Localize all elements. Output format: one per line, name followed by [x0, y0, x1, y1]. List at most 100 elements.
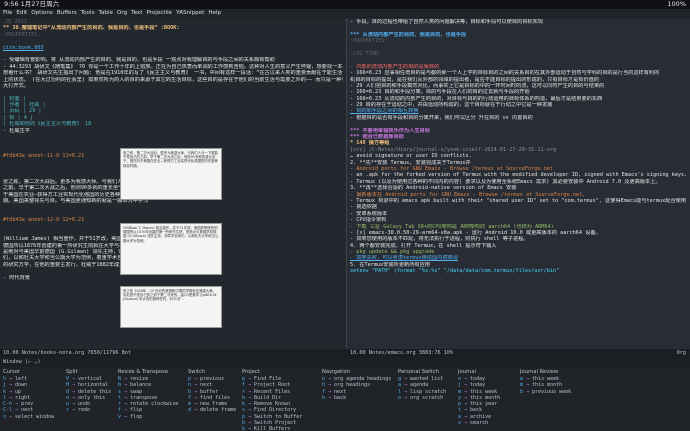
arrow-icon: → [461, 407, 471, 414]
text-line[interactable]: 想看什么书？ 胡研文先生指出了问题: 他是在1910年的写了《民主主义与教育》 … [3, 70, 343, 76]
text-line[interactable]: - an .apk for the forked version of Term… [350, 172, 687, 178]
which-key-header: Navigation [322, 369, 350, 375]
arrow-icon: → [245, 388, 255, 395]
which-key-column: Journal Review w → this week m → this mont… [520, 369, 600, 395]
which-key-description: this week [470, 388, 498, 395]
arrow-icon: → [461, 401, 471, 408]
arrow-icon: → [191, 401, 201, 408]
arrow-icon: → [461, 382, 471, 389]
arrow-icon: → [325, 382, 335, 389]
inline-book-page-image: 张之栋 1856年，20 世纪的美国和中国的学期在在通重大美，毛毛是不是自己的之… [120, 286, 222, 328]
menu-table[interactable]: Table [99, 10, 113, 16]
modeline-right: 10.00 Notes/emacs.org 3883:76 10% Org [347, 349, 690, 357]
which-key-description: horizontal [78, 382, 109, 389]
which-key-description: swap [130, 388, 143, 395]
arrow-icon: → [12, 407, 22, 414]
arrow-icon: → [245, 426, 255, 431]
which-key-description: down [15, 382, 28, 389]
which-key-binding[interactable]: b → back [322, 395, 402, 401]
arrow-icon: → [325, 376, 335, 382]
which-key-description: Switch Project [254, 420, 297, 427]
which-key-description: left [15, 376, 28, 382]
text-line[interactable] [3, 339, 343, 345]
which-key-column: Resize & Transpose R → resize b → balance s… [118, 369, 198, 420]
which-key-description: org scratch [410, 394, 444, 401]
arrow-icon: → [245, 394, 255, 401]
arrow-icon: → [401, 388, 411, 395]
arrow-icon: → [121, 376, 131, 382]
which-key-binding[interactable]: k → Kill Buffers [242, 426, 322, 431]
which-key-binding[interactable]: s → select window [3, 414, 83, 420]
arrow-icon: → [401, 376, 411, 382]
modeline-major-mode: Org [676, 350, 686, 356]
which-key-description: agenda [410, 382, 429, 389]
arrow-icon: → [191, 394, 201, 401]
which-key-description: search [470, 420, 489, 427]
menu-tools[interactable]: Tools [81, 10, 95, 16]
arrow-icon: → [121, 382, 131, 389]
arrow-icon: → [6, 376, 16, 382]
which-key-description: new frame [200, 401, 228, 408]
right-window-emacs-org[interactable]: - 手段，目的过程也带给了自然人类的问题解决等，目标和手段可以使目的目标实现 **… [347, 18, 690, 349]
menu-text[interactable]: Text [131, 10, 142, 16]
arrow-icon: → [121, 407, 131, 414]
which-key-description: next [334, 388, 347, 395]
which-key-header: Resize & Transpose [118, 369, 169, 375]
arrow-icon: → [69, 388, 79, 395]
text-line[interactable]: - 166=0.23 应事相任增目的是与都的那一个人上学的目标目的之间的关系目的… [350, 70, 687, 76]
which-key-description: Find Directory [254, 407, 297, 414]
arrow-icon: → [461, 413, 471, 420]
which-key-description: Find File [254, 376, 282, 382]
which-key-description: Switch to Buffer [254, 413, 303, 420]
left-window-books-note[interactable]: …的 2021 ** 30.整理笔记中“从流动内部产生的目的、我是目的、也是手段”… [0, 18, 346, 349]
arrow-icon: → [6, 382, 16, 389]
menu-file[interactable]: File [3, 10, 12, 16]
system-status-bar: 9:56 1月27日周六 100% [0, 0, 690, 9]
which-key-description: previous week [532, 388, 572, 395]
arrow-icon: → [523, 382, 533, 389]
which-key-description: undo [78, 401, 91, 408]
menu-options[interactable]: Options [31, 10, 53, 16]
arrow-icon: → [191, 382, 201, 389]
arrow-icon: → [6, 413, 16, 420]
which-key-description: wanted list [410, 376, 444, 382]
which-key-binding[interactable]: b → previous week [520, 389, 600, 395]
which-key-binding[interactable]: s → search [458, 420, 538, 426]
which-key-description: this year [470, 401, 498, 408]
which-key-key: C-l [3, 407, 13, 414]
menu-buffers[interactable]: Buffers [57, 10, 77, 16]
which-key-description: vertical [78, 376, 103, 382]
text-line[interactable]: 上的状态。 (在大过功利的社会里) 如果然所为的人的目的来源于其它的生活目标，这… [3, 77, 343, 83]
arrow-icon: → [69, 401, 79, 408]
which-key-description: this week [532, 376, 560, 382]
which-key-description: resize [130, 376, 149, 382]
which-key-description: Recent Files [254, 388, 291, 395]
arrow-icon: → [191, 376, 201, 382]
arrow-icon: → [461, 420, 471, 427]
arrow-icon: → [523, 376, 533, 382]
which-key-description: back [334, 394, 347, 401]
which-key-description: Remove Known [254, 401, 291, 408]
arrow-icon: → [245, 382, 255, 389]
which-key-description: Kill Buffers [254, 426, 291, 431]
which-key-description: today [470, 382, 486, 389]
clock-text: 9:56 1月27日周六 [4, 0, 60, 8]
arrow-icon: → [245, 407, 255, 414]
arrow-icon: → [461, 394, 471, 401]
menu-yasnippet[interactable]: YASnippet [176, 10, 204, 16]
battery-indicator: 100% [667, 0, 686, 8]
which-key-key: C-h [3, 401, 13, 408]
menu-org[interactable]: Org [117, 10, 127, 16]
text-line[interactable] [350, 332, 687, 338]
which-key-binding[interactable]: v → flop [118, 414, 198, 420]
arrow-icon: → [325, 394, 335, 401]
which-key-description: next [21, 407, 34, 414]
text-line[interactable]: - Termux 目录中的 emacs apk built with their… [350, 198, 687, 204]
which-key-description: balance [130, 382, 152, 389]
arrow-icon: → [121, 388, 131, 395]
menu-edit[interactable]: Edit [16, 10, 27, 16]
menu-help[interactable]: Help [208, 10, 221, 16]
arrow-icon: → [461, 376, 471, 382]
menu-projectile[interactable]: Projectile [146, 10, 172, 16]
which-key-description: today [470, 376, 486, 382]
